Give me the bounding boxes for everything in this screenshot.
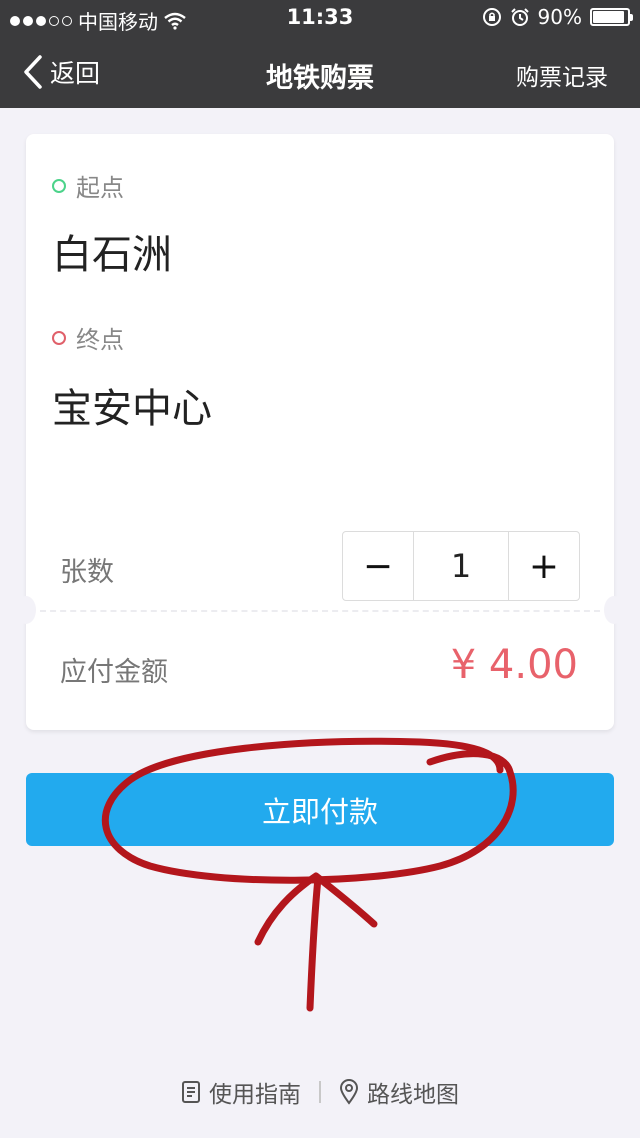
annotation-arrow-shaft [306,874,322,1012]
destination-station[interactable]: 宝安中心 [52,376,212,434]
route-map-label: 路线地图 [367,1082,459,1108]
nav-bar: 返回 地铁购票 购票记录 [0,36,640,108]
amount-value: ¥ 4.00 [450,642,578,688]
ticket-card: 起点 白石洲 终点 宝安中心 张数 − 1 + 应付金额 ¥ 4.00 [16,134,624,730]
battery-percent: 90% [537,5,582,29]
origin-label: 起点 [76,174,124,202]
increment-button[interactable]: + [509,532,579,600]
ticket-divider [40,610,600,612]
status-bar: 中国移动 11:33 90% [0,0,640,36]
alarm-icon [510,8,529,26]
origin-station[interactable]: 白石洲 [52,222,172,280]
ticket-notch-right [604,596,624,624]
origin-dot-icon [52,178,66,193]
destination-dot-icon [52,330,66,345]
user-guide-link[interactable]: 使用指南 [181,1075,301,1109]
battery-icon [590,8,633,26]
quantity-value: 1 [413,532,509,600]
footer: 使用指南 路线地图 [0,1072,640,1112]
status-right: 90% [482,5,633,29]
route-map-link[interactable]: 路线地图 [339,1075,459,1109]
document-icon [182,1081,200,1103]
decrement-button[interactable]: − [343,532,413,600]
purchase-history-link[interactable]: 购票记录 [516,58,608,92]
footer-separator [319,1081,321,1103]
amount-label: 应付金额 [60,657,168,688]
rotation-lock-icon [482,8,501,26]
destination-label-row: 终点 [52,320,124,355]
quantity-label: 张数 [60,557,114,588]
quantity-stepper: − 1 + [342,531,580,601]
pay-now-button[interactable]: 立即付款 [26,773,614,846]
user-guide-label: 使用指南 [209,1082,301,1108]
annotation-arrow-head [254,872,378,946]
map-pin-icon [339,1079,359,1105]
ticket-notch-left [16,596,36,624]
origin-label-row: 起点 [52,168,124,203]
battery-fill [593,11,624,23]
destination-label: 终点 [76,326,124,354]
